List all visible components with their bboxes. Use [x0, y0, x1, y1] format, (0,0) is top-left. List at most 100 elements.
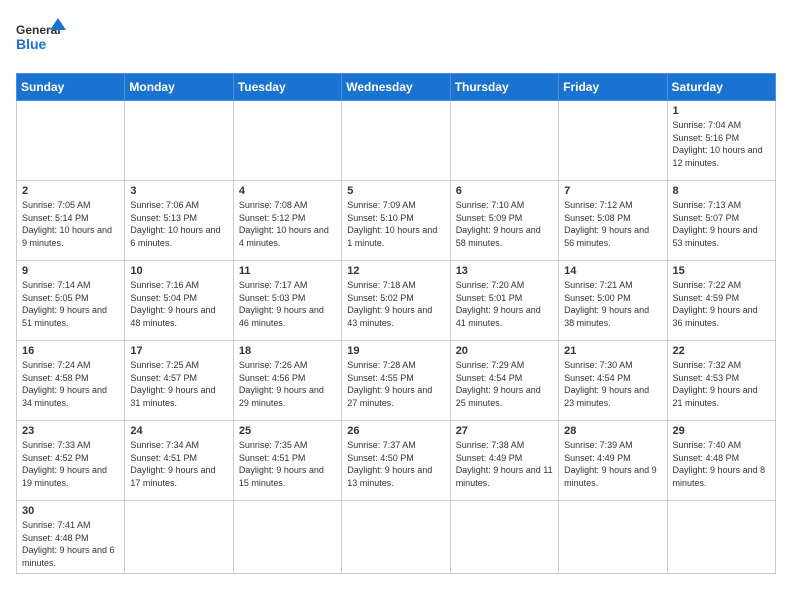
day-number: 14	[564, 265, 661, 277]
day-info: Sunrise: 7:39 AM Sunset: 4:49 PM Dayligh…	[564, 439, 661, 489]
day-info: Sunrise: 7:04 AM Sunset: 5:16 PM Dayligh…	[673, 119, 770, 169]
day-info: Sunrise: 7:33 AM Sunset: 4:52 PM Dayligh…	[22, 439, 119, 489]
calendar-cell	[233, 501, 341, 574]
calendar-cell: 19 Sunrise: 7:28 AM Sunset: 4:55 PM Dayli…	[342, 341, 450, 421]
calendar-cell: 1 Sunrise: 7:04 AM Sunset: 5:16 PM Daylig…	[667, 101, 775, 181]
calendar-cell	[667, 501, 775, 574]
calendar-cell: 8 Sunrise: 7:13 AM Sunset: 5:07 PM Daylig…	[667, 181, 775, 261]
day-number: 26	[347, 425, 444, 437]
day-info: Sunrise: 7:34 AM Sunset: 4:51 PM Dayligh…	[130, 439, 227, 489]
calendar-cell: 23 Sunrise: 7:33 AM Sunset: 4:52 PM Dayli…	[17, 421, 125, 501]
day-info: Sunrise: 7:40 AM Sunset: 4:48 PM Dayligh…	[673, 439, 770, 489]
day-number: 2	[22, 185, 119, 197]
calendar-cell: 3 Sunrise: 7:06 AM Sunset: 5:13 PM Daylig…	[125, 181, 233, 261]
calendar-cell: 12 Sunrise: 7:18 AM Sunset: 5:02 PM Dayli…	[342, 261, 450, 341]
day-number: 27	[456, 425, 553, 437]
calendar-cell: 4 Sunrise: 7:08 AM Sunset: 5:12 PM Daylig…	[233, 181, 341, 261]
day-number: 24	[130, 425, 227, 437]
day-info: Sunrise: 7:41 AM Sunset: 4:48 PM Dayligh…	[22, 519, 119, 569]
day-number: 23	[22, 425, 119, 437]
calendar-cell	[342, 101, 450, 181]
day-info: Sunrise: 7:21 AM Sunset: 5:00 PM Dayligh…	[564, 279, 661, 329]
day-info: Sunrise: 7:30 AM Sunset: 4:54 PM Dayligh…	[564, 359, 661, 409]
calendar-table: SundayMondayTuesdayWednesdayThursdayFrid…	[16, 73, 776, 574]
day-number: 1	[673, 105, 770, 117]
day-info: Sunrise: 7:26 AM Sunset: 4:56 PM Dayligh…	[239, 359, 336, 409]
day-info: Sunrise: 7:37 AM Sunset: 4:50 PM Dayligh…	[347, 439, 444, 489]
day-info: Sunrise: 7:28 AM Sunset: 4:55 PM Dayligh…	[347, 359, 444, 409]
calendar-cell	[559, 101, 667, 181]
day-number: 19	[347, 345, 444, 357]
calendar-cell	[559, 501, 667, 574]
day-info: Sunrise: 7:16 AM Sunset: 5:04 PM Dayligh…	[130, 279, 227, 329]
calendar-cell: 14 Sunrise: 7:21 AM Sunset: 5:00 PM Dayli…	[559, 261, 667, 341]
day-info: Sunrise: 7:14 AM Sunset: 5:05 PM Dayligh…	[22, 279, 119, 329]
day-number: 7	[564, 185, 661, 197]
day-number: 4	[239, 185, 336, 197]
calendar-cell	[342, 501, 450, 574]
day-info: Sunrise: 7:29 AM Sunset: 4:54 PM Dayligh…	[456, 359, 553, 409]
calendar-cell: 18 Sunrise: 7:26 AM Sunset: 4:56 PM Dayli…	[233, 341, 341, 421]
col-header-tuesday: Tuesday	[233, 74, 341, 101]
calendar-cell	[450, 101, 558, 181]
calendar-cell: 28 Sunrise: 7:39 AM Sunset: 4:49 PM Dayli…	[559, 421, 667, 501]
col-header-monday: Monday	[125, 74, 233, 101]
day-number: 3	[130, 185, 227, 197]
day-info: Sunrise: 7:20 AM Sunset: 5:01 PM Dayligh…	[456, 279, 553, 329]
day-info: Sunrise: 7:22 AM Sunset: 4:59 PM Dayligh…	[673, 279, 770, 329]
day-number: 21	[564, 345, 661, 357]
day-info: Sunrise: 7:38 AM Sunset: 4:49 PM Dayligh…	[456, 439, 553, 489]
col-header-sunday: Sunday	[17, 74, 125, 101]
day-number: 17	[130, 345, 227, 357]
day-number: 22	[673, 345, 770, 357]
calendar-cell: 26 Sunrise: 7:37 AM Sunset: 4:50 PM Dayli…	[342, 421, 450, 501]
col-header-wednesday: Wednesday	[342, 74, 450, 101]
day-number: 25	[239, 425, 336, 437]
calendar-cell: 5 Sunrise: 7:09 AM Sunset: 5:10 PM Daylig…	[342, 181, 450, 261]
day-info: Sunrise: 7:32 AM Sunset: 4:53 PM Dayligh…	[673, 359, 770, 409]
calendar-cell: 13 Sunrise: 7:20 AM Sunset: 5:01 PM Dayli…	[450, 261, 558, 341]
day-number: 10	[130, 265, 227, 277]
calendar-cell	[17, 101, 125, 181]
calendar-cell: 17Sunrise: 7:25 AM Sunset: 4:57 PM Dayli…	[125, 341, 233, 421]
calendar-cell: 15 Sunrise: 7:22 AM Sunset: 4:59 PM Dayli…	[667, 261, 775, 341]
day-info: Sunrise: 7:10 AM Sunset: 5:09 PM Dayligh…	[456, 199, 553, 249]
calendar-cell: 11Sunrise: 7:17 AM Sunset: 5:03 PM Dayli…	[233, 261, 341, 341]
calendar-cell: 2 Sunrise: 7:05 AM Sunset: 5:14 PM Daylig…	[17, 181, 125, 261]
calendar-cell: 22 Sunrise: 7:32 AM Sunset: 4:53 PM Dayli…	[667, 341, 775, 421]
calendar-cell: 29Sunrise: 7:40 AM Sunset: 4:48 PM Dayli…	[667, 421, 775, 501]
day-info: Sunrise: 7:13 AM Sunset: 5:07 PM Dayligh…	[673, 199, 770, 249]
calendar-cell: 20Sunrise: 7:29 AM Sunset: 4:54 PM Dayli…	[450, 341, 558, 421]
day-info: Sunrise: 7:08 AM Sunset: 5:12 PM Dayligh…	[239, 199, 336, 249]
day-number: 9	[22, 265, 119, 277]
day-info: Sunrise: 7:09 AM Sunset: 5:10 PM Dayligh…	[347, 199, 444, 249]
day-number: 5	[347, 185, 444, 197]
day-number: 13	[456, 265, 553, 277]
day-number: 12	[347, 265, 444, 277]
calendar-cell: 21 Sunrise: 7:30 AM Sunset: 4:54 PM Dayli…	[559, 341, 667, 421]
day-number: 16	[22, 345, 119, 357]
calendar-cell: 30Sunrise: 7:41 AM Sunset: 4:48 PM Dayli…	[17, 501, 125, 574]
day-info: Sunrise: 7:17 AM Sunset: 5:03 PM Dayligh…	[239, 279, 336, 329]
calendar-cell	[125, 101, 233, 181]
day-number: 8	[673, 185, 770, 197]
calendar-cell: 16 Sunrise: 7:24 AM Sunset: 4:58 PM Dayli…	[17, 341, 125, 421]
calendar-cell: 25Sunrise: 7:35 AM Sunset: 4:51 PM Dayli…	[233, 421, 341, 501]
day-number: 15	[673, 265, 770, 277]
day-info: Sunrise: 7:12 AM Sunset: 5:08 PM Dayligh…	[564, 199, 661, 249]
calendar-cell: 6Sunrise: 7:10 AM Sunset: 5:09 PM Daylig…	[450, 181, 558, 261]
calendar-cell: 9 Sunrise: 7:14 AM Sunset: 5:05 PM Daylig…	[17, 261, 125, 341]
col-header-thursday: Thursday	[450, 74, 558, 101]
calendar-cell	[450, 501, 558, 574]
day-info: Sunrise: 7:06 AM Sunset: 5:13 PM Dayligh…	[130, 199, 227, 249]
logo: General Blue	[16, 16, 66, 61]
calendar-cell: 7 Sunrise: 7:12 AM Sunset: 5:08 PM Daylig…	[559, 181, 667, 261]
day-info: Sunrise: 7:05 AM Sunset: 5:14 PM Dayligh…	[22, 199, 119, 249]
calendar-cell: 24 Sunrise: 7:34 AM Sunset: 4:51 PM Dayli…	[125, 421, 233, 501]
day-number: 18	[239, 345, 336, 357]
day-info: Sunrise: 7:18 AM Sunset: 5:02 PM Dayligh…	[347, 279, 444, 329]
logo-svg: General Blue	[16, 16, 66, 61]
calendar-cell: 27 Sunrise: 7:38 AM Sunset: 4:49 PM Dayli…	[450, 421, 558, 501]
day-number: 28	[564, 425, 661, 437]
day-info: Sunrise: 7:24 AM Sunset: 4:58 PM Dayligh…	[22, 359, 119, 409]
